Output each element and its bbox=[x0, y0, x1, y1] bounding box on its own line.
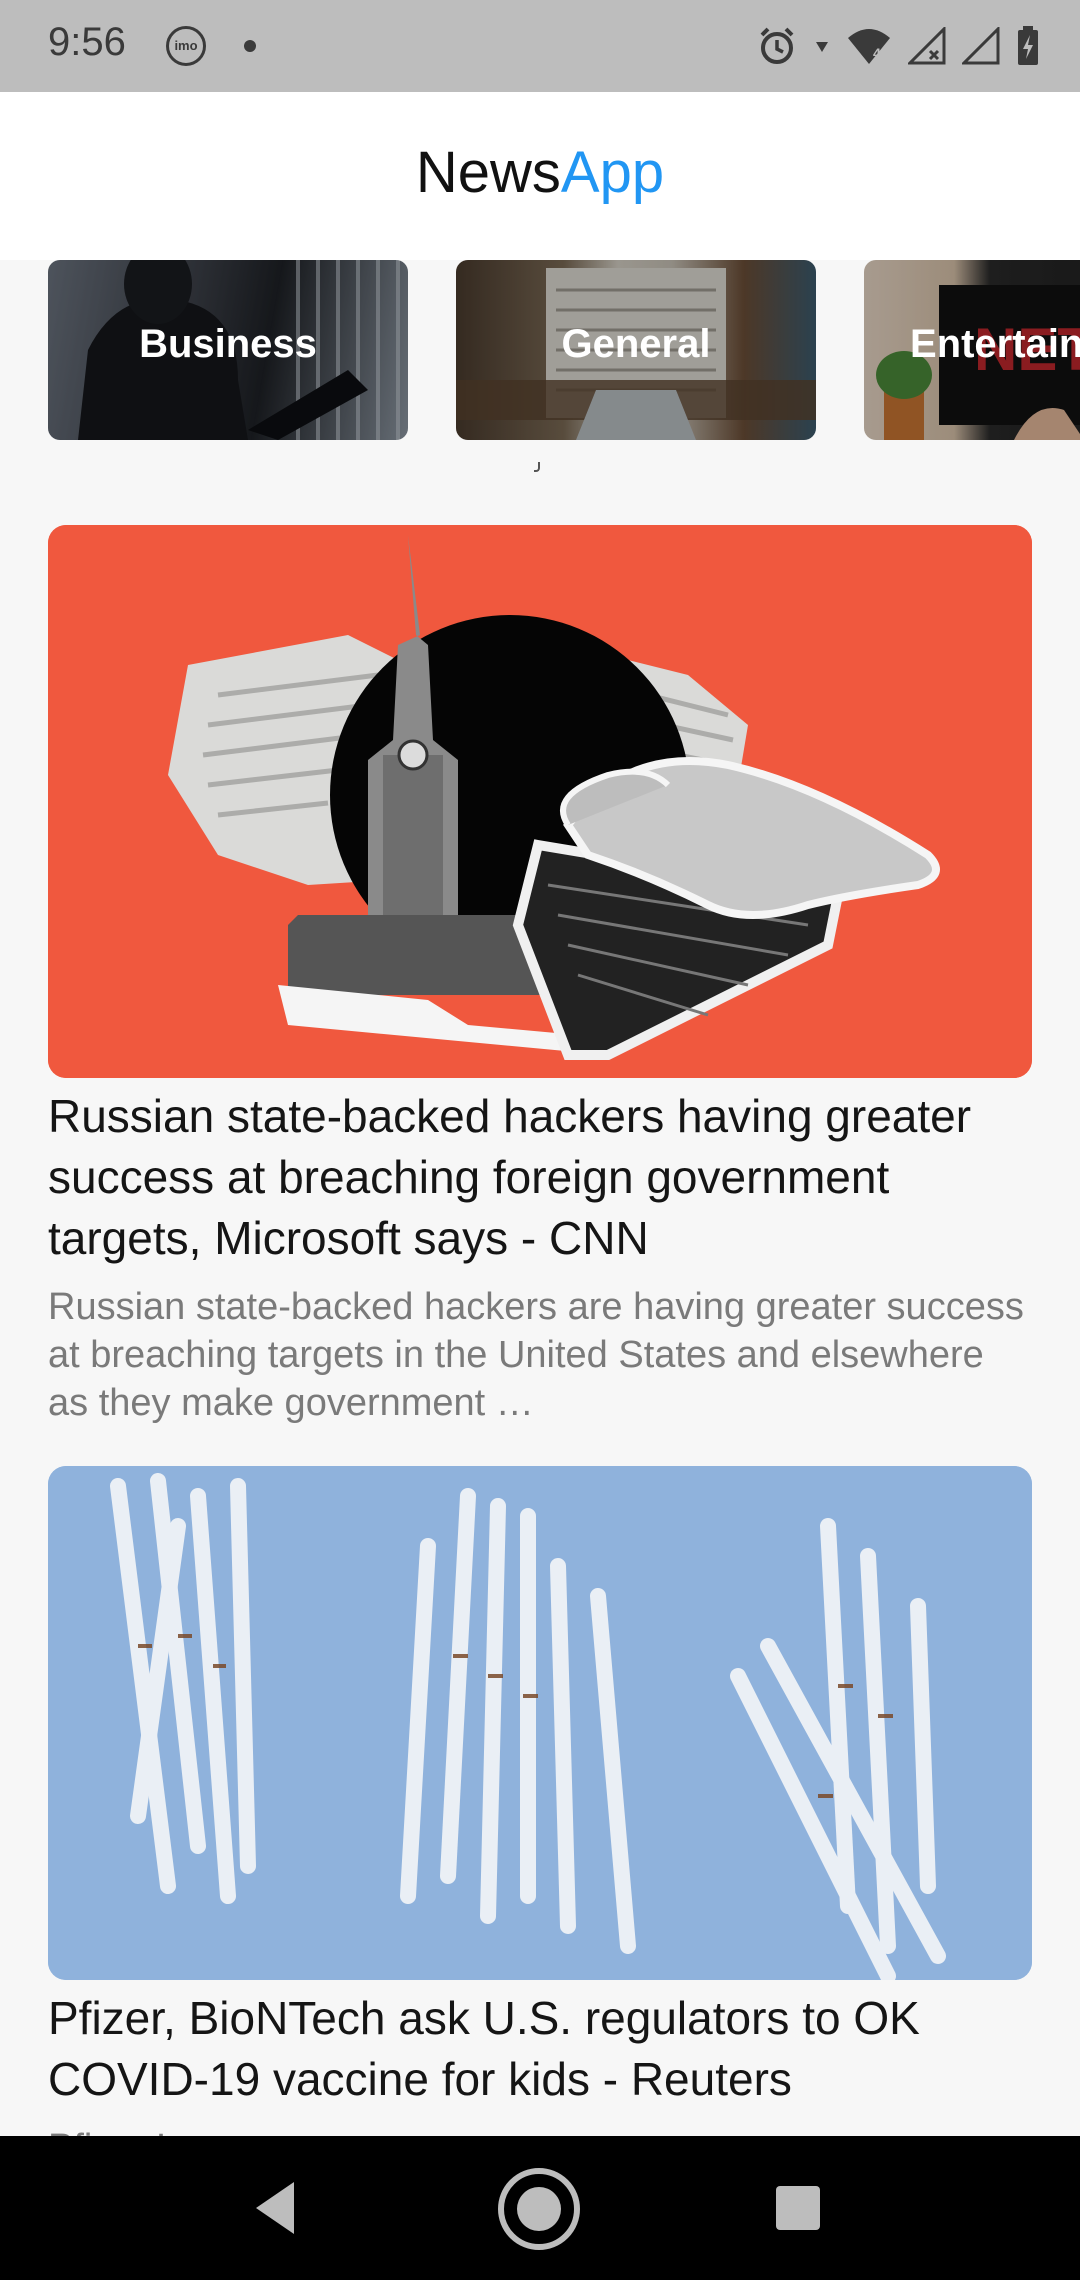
home-icon[interactable] bbox=[496, 2166, 582, 2252]
category-card-general[interactable]: General bbox=[456, 260, 816, 440]
alarm-icon bbox=[760, 27, 794, 64]
article-title[interactable]: Pfizer, BioNTech ask U.S. regulators to … bbox=[48, 1988, 1032, 2110]
signal-icon bbox=[908, 27, 946, 65]
category-card-business[interactable]: Business bbox=[48, 260, 408, 440]
status-icons: 4 bbox=[756, 22, 1040, 70]
article-title[interactable]: Russian state-backed hackers having grea… bbox=[48, 1086, 1032, 1269]
app-title: NewsApp bbox=[0, 144, 1080, 202]
category-strip[interactable]: Business General NETFL bbox=[0, 260, 1080, 490]
app-bar: NewsApp bbox=[0, 92, 1080, 260]
app-title-app: App bbox=[560, 140, 665, 205]
scroll-glyph bbox=[534, 462, 540, 472]
category-label-general: General bbox=[561, 322, 711, 366]
article-image[interactable] bbox=[48, 1466, 1032, 1980]
svg-text:4: 4 bbox=[873, 45, 881, 61]
article-card[interactable]: Pfizer, BioNTech ask U.S. regulators to … bbox=[48, 1466, 1032, 2172]
signal-icon bbox=[962, 27, 1000, 65]
wifi-icon: 4 bbox=[848, 29, 890, 64]
category-card-entertainment[interactable]: NETFL Entertainment bbox=[864, 260, 1080, 440]
category-label-entertainment: Entertainment bbox=[910, 322, 1080, 366]
status-bar: 9:56 imo 4 bbox=[0, 0, 1080, 92]
recents-icon[interactable] bbox=[774, 2184, 822, 2232]
article-description: Russian state-backed hackers are having … bbox=[48, 1286, 1024, 1424]
data-arrow-icon bbox=[816, 42, 828, 52]
article-card[interactable]: Russian state-backed hackers having grea… bbox=[48, 525, 1032, 1427]
imo-icon: imo bbox=[166, 26, 206, 66]
navigation-bar bbox=[0, 2136, 1080, 2280]
category-label-business: Business bbox=[139, 322, 317, 366]
article-image[interactable] bbox=[48, 525, 1032, 1078]
status-time: 9:56 bbox=[48, 20, 126, 64]
notification-dot-icon bbox=[244, 40, 256, 52]
battery-charging-icon bbox=[1018, 26, 1038, 65]
back-icon[interactable] bbox=[246, 2176, 310, 2240]
app-title-news: News bbox=[415, 140, 561, 205]
